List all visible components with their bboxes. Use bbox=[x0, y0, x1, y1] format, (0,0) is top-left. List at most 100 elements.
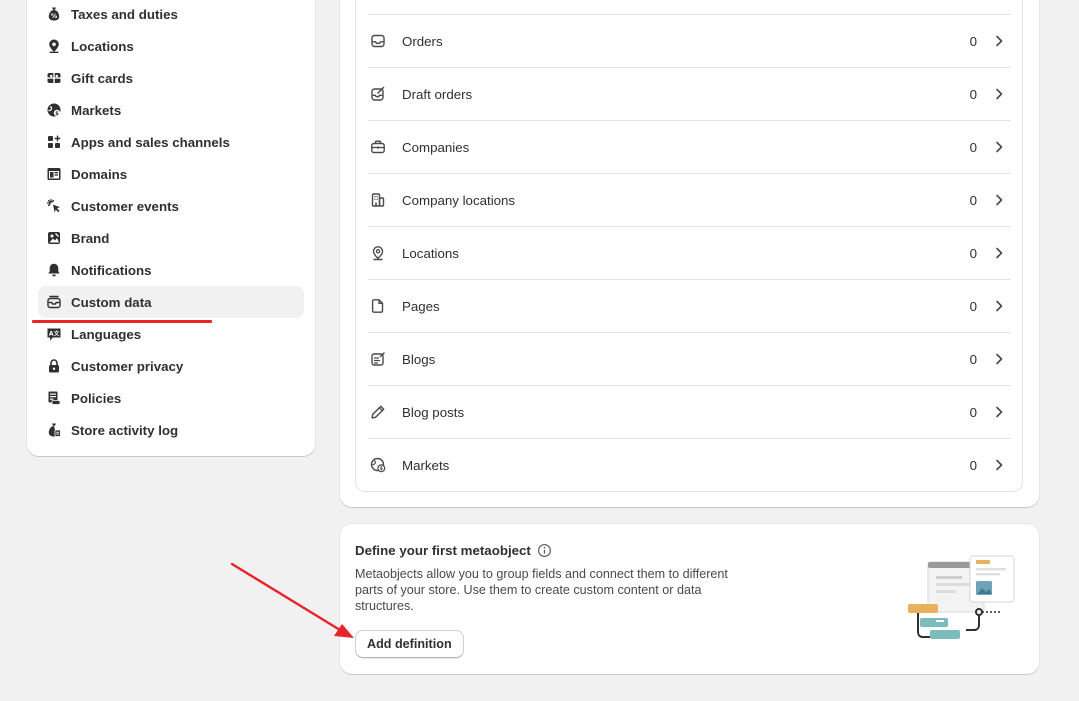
annotation-underline bbox=[32, 320, 212, 323]
settings-nav-list: % Taxes and duties Locations Gift cards … bbox=[38, 0, 304, 446]
sidebar-item-customer-events[interactable]: Customer events bbox=[38, 190, 304, 222]
row-label: Draft orders bbox=[402, 86, 473, 102]
row-label: Pages bbox=[402, 298, 440, 314]
globe-icon: $ bbox=[46, 102, 62, 118]
draft-order-icon bbox=[370, 86, 386, 102]
metafields-list: Orders 0 Draft orders 0 Companies 0 Comp… bbox=[355, 0, 1023, 492]
row-count: 0 bbox=[969, 86, 977, 102]
sidebar-item-taxes-and-duties[interactable]: % Taxes and duties bbox=[38, 0, 304, 30]
blog-icon bbox=[370, 351, 386, 367]
chevron-right-icon bbox=[991, 192, 1007, 208]
sidebar-item-label: Customer events bbox=[71, 198, 179, 214]
metaobject-description: Metaobjects allow you to group fields an… bbox=[355, 567, 728, 613]
globe-icon: $ bbox=[370, 457, 386, 473]
settings-sidebar: % Taxes and duties Locations Gift cards … bbox=[27, 0, 315, 456]
sidebar-item-label: Brand bbox=[71, 230, 110, 246]
sidebar-item-apps-and-sales-channels[interactable]: Apps and sales channels bbox=[38, 126, 304, 158]
row-count: 0 bbox=[969, 192, 977, 208]
cursor-click-icon bbox=[46, 198, 62, 214]
row-label: Locations bbox=[402, 245, 459, 261]
custom-data-icon bbox=[46, 294, 62, 310]
row-count: 0 bbox=[969, 457, 977, 473]
chevron-right-icon bbox=[991, 86, 1007, 102]
location-pin-icon bbox=[370, 245, 386, 261]
metafield-row-blog-posts[interactable]: Blog posts 0 bbox=[368, 385, 1011, 438]
row-count: 0 bbox=[969, 245, 977, 261]
lock-icon bbox=[46, 358, 62, 374]
pencil-icon bbox=[370, 404, 386, 420]
sidebar-item-policies[interactable]: Policies bbox=[38, 382, 304, 414]
tax-bag-icon: % bbox=[46, 6, 62, 22]
sidebar-item-gift-cards[interactable]: Gift cards bbox=[38, 62, 304, 94]
metafields-card: Orders 0 Draft orders 0 Companies 0 Comp… bbox=[340, 0, 1039, 507]
info-icon[interactable] bbox=[537, 543, 552, 558]
chevron-right-icon bbox=[991, 457, 1007, 473]
domain-icon bbox=[46, 166, 62, 182]
metaobject-title-text: Define your first metaobject bbox=[355, 543, 531, 558]
briefcase-icon bbox=[370, 139, 386, 155]
brand-image-icon bbox=[46, 230, 62, 246]
building-icon bbox=[370, 192, 386, 208]
sidebar-item-label: Store activity log bbox=[71, 422, 179, 438]
metafield-row-companies[interactable]: Companies 0 bbox=[368, 120, 1011, 173]
chevron-right-icon bbox=[991, 351, 1007, 367]
sidebar-item-brand[interactable]: Brand bbox=[38, 222, 304, 254]
sidebar-item-label: Languages bbox=[71, 326, 142, 342]
metaobject-title: Define your first metaobject bbox=[355, 543, 552, 558]
sidebar-item-label: Notifications bbox=[71, 262, 152, 278]
sidebar-item-markets[interactable]: $ Markets bbox=[38, 94, 304, 126]
sidebar-item-store-activity-log[interactable]: Store activity log bbox=[38, 414, 304, 446]
row-count: 0 bbox=[969, 404, 977, 420]
row-label: Orders bbox=[402, 33, 443, 49]
row-label: Companies bbox=[402, 139, 470, 155]
add-definition-button[interactable]: Add definition bbox=[355, 630, 464, 658]
metafield-row-markets[interactable]: $ Markets 0 bbox=[368, 438, 1011, 491]
sidebar-item-label: Gift cards bbox=[71, 70, 134, 86]
sidebar-item-label: Locations bbox=[71, 38, 134, 54]
svg-text:文: 文 bbox=[54, 330, 60, 338]
row-count: 0 bbox=[969, 298, 977, 314]
row-label: Blogs bbox=[402, 351, 436, 367]
chevron-right-icon bbox=[991, 404, 1007, 420]
gift-card-icon bbox=[46, 70, 62, 86]
metafield-row-orders[interactable]: Orders 0 bbox=[368, 14, 1011, 67]
svg-text:$: $ bbox=[55, 111, 59, 117]
location-pin-icon bbox=[46, 38, 62, 54]
activity-log-icon bbox=[46, 422, 62, 438]
annotation-arrow bbox=[230, 562, 354, 638]
metafield-row-draft-orders[interactable]: Draft orders 0 bbox=[368, 67, 1011, 120]
sidebar-item-label: Custom data bbox=[71, 294, 152, 310]
sidebar-item-label: Customer privacy bbox=[71, 358, 184, 374]
svg-text:%: % bbox=[51, 12, 58, 20]
sidebar-item-label: Taxes and duties bbox=[71, 6, 178, 22]
sidebar-item-customer-privacy[interactable]: Customer privacy bbox=[38, 350, 304, 382]
row-count: 0 bbox=[969, 33, 977, 49]
chevron-right-icon bbox=[991, 245, 1007, 261]
row-count: 0 bbox=[969, 139, 977, 155]
inbox-icon bbox=[370, 33, 386, 49]
sidebar-item-locations[interactable]: Locations bbox=[38, 30, 304, 62]
sidebar-item-custom-data[interactable]: Custom data bbox=[38, 286, 304, 318]
page-icon bbox=[370, 298, 386, 314]
row-label: Company locations bbox=[402, 192, 516, 208]
metaobject-card: Define your first metaobject Metaobjects… bbox=[340, 524, 1039, 674]
chevron-right-icon bbox=[991, 298, 1007, 314]
row-count: 0 bbox=[969, 351, 977, 367]
sidebar-item-label: Markets bbox=[71, 102, 122, 118]
metaobject-illustration bbox=[908, 555, 1015, 639]
chevron-right-icon bbox=[991, 33, 1007, 49]
sidebar-item-domains[interactable]: Domains bbox=[38, 158, 304, 190]
chevron-right-icon bbox=[991, 139, 1007, 155]
language-icon: A文 bbox=[46, 326, 62, 342]
sidebar-item-label: Policies bbox=[71, 390, 122, 406]
metafield-row-company-locations[interactable]: Company locations 0 bbox=[368, 173, 1011, 226]
apps-icon bbox=[46, 134, 62, 150]
svg-text:$: $ bbox=[380, 466, 384, 472]
metafield-row-pages[interactable]: Pages 0 bbox=[368, 279, 1011, 332]
row-label: Blog posts bbox=[402, 404, 465, 420]
bell-icon bbox=[46, 262, 62, 278]
metafield-row-locations[interactable]: Locations 0 bbox=[368, 226, 1011, 279]
metafield-row-blogs[interactable]: Blogs 0 bbox=[368, 332, 1011, 385]
sidebar-item-label: Domains bbox=[71, 166, 128, 182]
sidebar-item-notifications[interactable]: Notifications bbox=[38, 254, 304, 286]
